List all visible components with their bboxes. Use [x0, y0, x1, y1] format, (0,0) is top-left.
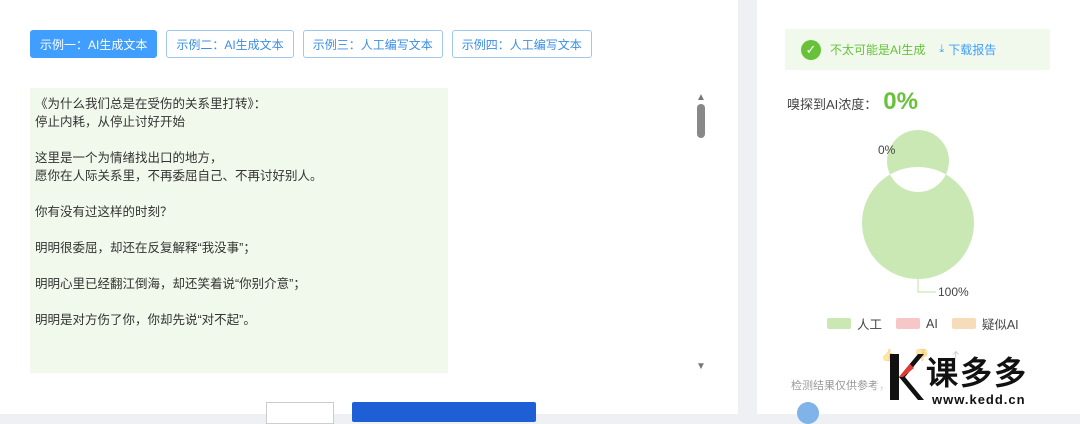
watermark-brand: 课多多	[926, 354, 1029, 392]
concentration-value: 0%	[883, 88, 918, 115]
download-report-link[interactable]: ⤓ 下载报告	[939, 41, 996, 58]
data-label-zero: 0%	[878, 143, 896, 157]
legend-label: 人工	[857, 318, 883, 332]
chart-legend: 人工 AI 疑似AI	[827, 314, 1019, 333]
tab-sample-4[interactable]: 示例四：人工编写文本	[451, 30, 592, 58]
download-icon: ⤓	[939, 43, 945, 55]
legend-item-ai[interactable]: AI	[896, 317, 938, 331]
sample-text-area[interactable]: 《为什么我们总是在受伤的关系里打转》： 停止内耗，从停止讨好开始 这里是一个为情…	[30, 88, 448, 373]
tab-sample-2[interactable]: 示例二：AI生成文本	[166, 30, 294, 58]
text-line: 这里是一个为情绪找出口的地方，	[35, 151, 223, 165]
scroll-up-arrow-icon[interactable]: ▲	[696, 92, 706, 103]
bottom-input[interactable]	[266, 402, 334, 424]
data-label-hundred: 100%	[938, 285, 969, 299]
text-line: 明明心里已经翻江倒海，却还笑着说“你别介意”；	[35, 277, 306, 291]
scroll-thumb[interactable]	[697, 104, 705, 138]
check-icon: ✓	[801, 39, 821, 60]
scroll-down-arrow-icon[interactable]: ▼	[696, 361, 706, 372]
sample-panel: 示例一：AI生成文本 示例二：AI生成文本 示例三：人工编写文本 示例四：人工编…	[0, 0, 738, 424]
text-line: 你有没有过这样的时刻？	[35, 205, 173, 219]
text-scrollbar[interactable]: ▲ ▼	[694, 92, 708, 372]
text-line: 明明很委屈，却还在反复解释“我没事”；	[35, 241, 256, 255]
legend-swatch	[896, 318, 921, 329]
legend-label: AI	[926, 316, 938, 331]
download-label: 下载报告	[948, 43, 997, 57]
legend-label: 疑似AI	[981, 318, 1019, 332]
k-logo-icon	[890, 354, 924, 400]
watermark-logo: 课多多 www.kedd.cn	[876, 344, 1080, 414]
avatar	[797, 402, 819, 424]
tab-sample-3[interactable]: 示例三：人工编写文本	[302, 30, 443, 58]
result-banner: ✓ 不太可能是AI生成 ⤓ 下载报告	[785, 29, 1050, 70]
text-line: 停止内耗，从停止讨好开始	[35, 115, 186, 129]
verdict-text: 不太可能是AI生成	[830, 43, 926, 57]
text-line: 愿你在人际关系里，不再委屈自己、不再讨好别人。	[35, 169, 323, 183]
legend-item-suspected-ai[interactable]: 疑似AI	[951, 314, 1019, 333]
text-line: 《为什么我们总是在受伤的关系里打转》：	[35, 97, 267, 111]
watermark-url: www.kedd.cn	[932, 392, 1026, 407]
legend-swatch	[951, 318, 976, 329]
ai-donut-chart: 0% 100%	[861, 130, 974, 299]
legend-swatch	[827, 318, 851, 329]
detect-button[interactable]	[352, 402, 536, 422]
legend-item-human[interactable]: 人工	[827, 314, 882, 333]
tab-sample-1[interactable]: 示例一：AI生成文本	[30, 30, 158, 58]
text-line: 明明是对方伤了你，你却先说“对不起”。	[35, 313, 256, 327]
sample-tabs: 示例一：AI生成文本 示例二：AI生成文本 示例三：人工编写文本 示例四：人工编…	[30, 30, 592, 58]
leader-line-bottom	[917, 279, 936, 293]
ai-concentration: 嗅探到AI浓度： 0%	[787, 88, 918, 116]
concentration-label: 嗅探到AI浓度：	[787, 97, 878, 112]
